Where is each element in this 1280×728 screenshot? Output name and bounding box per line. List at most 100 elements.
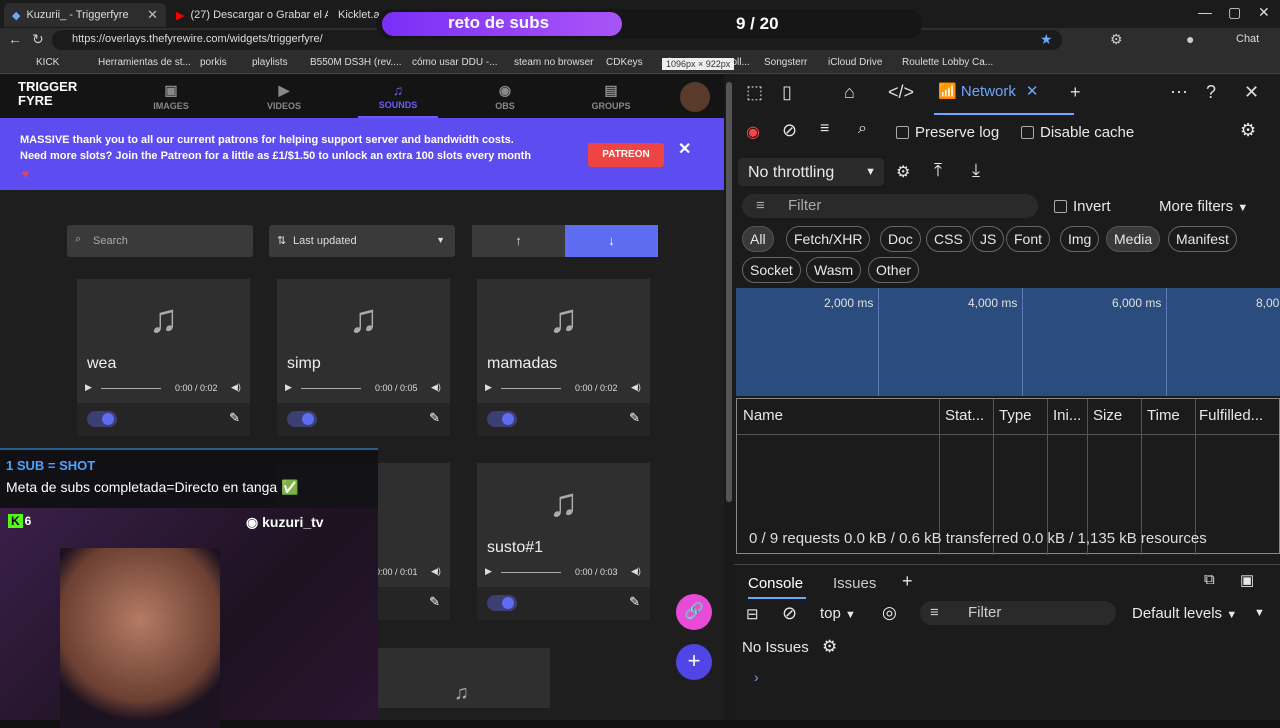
tab-youtube[interactable]: ▶(27) Descargar o Grabar el Audio de✕ bbox=[168, 3, 328, 27]
patreon-button[interactable]: PATREON bbox=[588, 143, 664, 167]
enable-toggle[interactable] bbox=[487, 595, 517, 611]
tab-network[interactable]: 📶 Network ✕ bbox=[933, 82, 1075, 115]
favorite-star-icon[interactable]: ★ bbox=[1040, 31, 1053, 48]
elements-icon[interactable]: </> bbox=[888, 82, 914, 103]
audio-player[interactable]: ▶ 0:00 / 0:02 ◀) bbox=[485, 382, 645, 396]
play-icon[interactable]: ▶ bbox=[85, 382, 92, 392]
dock-icon[interactable]: ⧉ bbox=[1204, 571, 1215, 588]
audio-player[interactable]: ▶ 0:00 / 0:03 ◀) bbox=[485, 566, 645, 580]
close-drawer-icon[interactable]: ▣ bbox=[1240, 571, 1254, 589]
profile-avatar[interactable]: ● bbox=[1186, 31, 1194, 47]
chip-wasm[interactable]: Wasm bbox=[806, 257, 862, 283]
seek-bar[interactable] bbox=[101, 388, 161, 389]
clear-console-icon[interactable]: ⊘ bbox=[782, 603, 797, 624]
enable-toggle[interactable] bbox=[87, 411, 117, 427]
sound-card[interactable]: ♫ wea ▶ 0:00 / 0:02 ◀) ✎ bbox=[77, 279, 250, 436]
bookmark-item[interactable]: porkis bbox=[200, 57, 227, 68]
chip-socket[interactable]: Socket bbox=[742, 257, 801, 283]
chip-all[interactable]: All bbox=[742, 226, 774, 252]
edit-pencil-icon[interactable]: ✎ bbox=[629, 594, 640, 610]
edit-pencil-icon[interactable]: ✎ bbox=[629, 410, 640, 426]
back-icon[interactable]: ← bbox=[8, 31, 22, 47]
log-levels-select[interactable]: Default levels ▼ bbox=[1132, 605, 1237, 622]
sound-card[interactable]: ♫ simp ▶ 0:00 / 0:05 ◀) ✎ bbox=[277, 279, 450, 436]
network-conditions-icon[interactable]: ⚙ bbox=[896, 162, 910, 182]
col-initiator[interactable]: Ini... bbox=[1053, 407, 1081, 424]
maximize-icon[interactable]: ▢ bbox=[1228, 4, 1241, 21]
close-tab-icon[interactable]: ✕ bbox=[147, 7, 158, 23]
volume-icon[interactable]: ◀) bbox=[431, 382, 441, 393]
link-button[interactable]: 🔗 bbox=[676, 594, 712, 630]
bookmark-item[interactable]: KICK bbox=[36, 57, 59, 68]
triggerfyre-logo[interactable]: TRIGGER FYRE bbox=[18, 80, 108, 108]
add-tab-icon[interactable]: + bbox=[1070, 82, 1081, 103]
play-icon[interactable]: ▶ bbox=[485, 566, 492, 576]
console-filter-input[interactable]: ≡ Filter bbox=[920, 601, 1116, 625]
audio-player[interactable]: ▶ 0:00 / 0:05 ◀) bbox=[285, 382, 445, 396]
sound-card[interactable]: ♫ bbox=[378, 648, 550, 708]
console-prompt-icon[interactable]: › bbox=[754, 669, 759, 685]
col-status[interactable]: Stat... bbox=[945, 407, 984, 424]
preserve-log-checkbox[interactable]: Preserve log bbox=[896, 124, 999, 141]
chip-img[interactable]: Img bbox=[1060, 226, 1100, 252]
chip-media[interactable]: Media bbox=[1106, 226, 1161, 252]
sort-select[interactable]: ⇅ Last updated ▼ bbox=[269, 225, 455, 257]
tab-issues[interactable]: Issues bbox=[833, 575, 876, 592]
invert-checkbox[interactable]: Invert bbox=[1054, 198, 1111, 215]
add-sound-button[interactable]: + bbox=[676, 644, 712, 680]
edit-pencil-icon[interactable]: ✎ bbox=[229, 410, 240, 426]
col-type[interactable]: Type bbox=[999, 407, 1032, 424]
bookmark-item[interactable]: Roulette Lobby Ca... bbox=[902, 57, 993, 68]
volume-icon[interactable]: ◀) bbox=[231, 382, 241, 393]
tab-console[interactable]: Console bbox=[748, 575, 807, 599]
enable-toggle[interactable] bbox=[487, 411, 517, 427]
bookmark-item[interactable]: cómo usar DDU -... bbox=[412, 57, 498, 68]
tab-triggerfyre[interactable]: ◆ Kuzurii_ - Triggerfyre ✕ bbox=[4, 3, 166, 27]
play-icon[interactable]: ▶ bbox=[485, 382, 492, 392]
throttling-select[interactable]: No throttling ▼ bbox=[738, 158, 884, 186]
chip-font[interactable]: Font bbox=[1006, 226, 1051, 252]
bookmark-item[interactable]: Songsterr bbox=[764, 57, 807, 68]
bookmark-item[interactable]: steam no browser bbox=[514, 57, 593, 68]
seek-bar[interactable] bbox=[501, 388, 561, 389]
close-tab-icon[interactable]: ✕ bbox=[1026, 83, 1039, 100]
sort-ascending-button[interactable]: ↑ bbox=[472, 225, 565, 257]
chip-manifest[interactable]: Manifest bbox=[1168, 226, 1237, 252]
copilot-chat-button[interactable]: Chat bbox=[1236, 33, 1259, 45]
nav-sounds[interactable]: ♫ SOUNDS bbox=[358, 82, 438, 118]
sound-card[interactable]: ♫ mamadas ▶ 0:00 / 0:02 ◀) ✎ bbox=[477, 279, 650, 436]
eye-icon[interactable]: ◎ bbox=[882, 603, 897, 623]
audio-player[interactable]: ▶ 0:00 / 0:02 ◀) bbox=[85, 382, 245, 396]
col-name[interactable]: Name bbox=[743, 407, 783, 424]
nav-groups[interactable]: ▤ GROUPS bbox=[571, 82, 651, 111]
col-size[interactable]: Size bbox=[1093, 407, 1122, 424]
disable-cache-checkbox[interactable]: Disable cache bbox=[1021, 124, 1134, 141]
sound-card[interactable]: ♫ susto#1 ▶ 0:00 / 0:03 ◀) ✎ bbox=[477, 463, 650, 620]
bookmark-item[interactable]: iCloud Drive bbox=[828, 57, 882, 68]
sort-descending-button[interactable]: ↓ bbox=[565, 225, 658, 257]
network-timeline[interactable]: 2,000 ms 4,000 ms 6,000 ms 8,00 bbox=[736, 288, 1280, 396]
inspect-element-icon[interactable]: ⬚ bbox=[746, 82, 763, 103]
extensions-icon[interactable]: ⚙ bbox=[1110, 31, 1123, 48]
nav-obs[interactable]: ◉ OBS bbox=[465, 82, 545, 111]
bookmark-item[interactable]: Herramientas de st... bbox=[98, 57, 191, 68]
bookmark-item[interactable]: CDKeys bbox=[606, 57, 643, 68]
minimize-icon[interactable]: — bbox=[1198, 4, 1212, 20]
volume-icon[interactable]: ◀) bbox=[631, 566, 641, 577]
user-avatar[interactable] bbox=[680, 82, 710, 112]
nav-images[interactable]: ▣ IMAGES bbox=[131, 82, 211, 111]
seek-bar[interactable] bbox=[301, 388, 361, 389]
chip-doc[interactable]: Doc bbox=[880, 226, 921, 252]
add-tab-icon[interactable]: + bbox=[902, 571, 913, 592]
record-icon[interactable]: ◉ bbox=[746, 122, 760, 142]
tab-kicklet[interactable]: Kicklet.ar bbox=[330, 3, 380, 27]
settings-gear-icon[interactable]: ⚙ bbox=[822, 637, 837, 657]
volume-icon[interactable]: ◀) bbox=[431, 566, 441, 577]
help-icon[interactable]: ? bbox=[1206, 82, 1216, 103]
device-toolbar-icon[interactable]: ▯ bbox=[782, 82, 792, 103]
search-icon[interactable]: ⌕ bbox=[858, 120, 867, 138]
chip-css[interactable]: CSS bbox=[926, 226, 971, 252]
chip-fetch-xhr[interactable]: Fetch/XHR bbox=[786, 226, 871, 252]
enable-toggle[interactable] bbox=[287, 411, 317, 427]
chevron-down-icon[interactable]: ▼ bbox=[1254, 607, 1265, 619]
